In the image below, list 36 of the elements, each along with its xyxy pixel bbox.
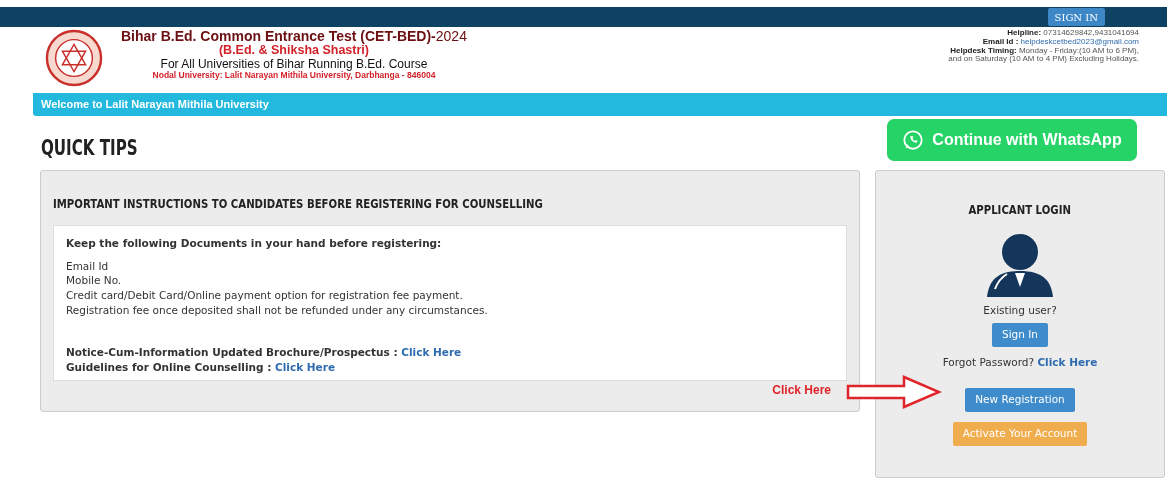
click-here-link[interactable]: Click Here — [275, 361, 336, 374]
document-item: Email Id — [66, 258, 110, 274]
document-item: Credit card/Debit Card/Online payment option for registration fee payment. — [66, 288, 464, 303]
contact-label: Email Id : — [982, 36, 1019, 46]
university-seal-icon — [45, 29, 103, 87]
activate-account-button[interactable]: Activate Your Account — [952, 422, 1088, 446]
contact-value: and on Saturday (10 AM to 4 PM) Excluding Holidays. — [948, 54, 1139, 64]
nodal-university: Nodal University: Lalit Narayan Mithila University, Darbhanga - 846004 — [151, 71, 437, 81]
click-here-link[interactable]: Click Here — [1037, 355, 1098, 368]
document-item: Mobile No. — [66, 273, 123, 289]
welcome-banner: Welcome to Lalit Narayan Mithila University — [33, 93, 1167, 116]
existing-user-text: Existing user? — [982, 303, 1058, 318]
contact-label: Helpdesk Timing: — [950, 45, 1017, 55]
page-title: QUICK TIPS — [41, 134, 138, 162]
chat-bubble-icon — [902, 128, 925, 151]
sign-in-button[interactable]: SIGN IN — [1047, 8, 1105, 26]
exam-subtitle: (B.Ed. & Shiksha Shastri) — [217, 44, 369, 59]
panel-heading: APPLICANT LOGIN — [968, 201, 1072, 219]
panel-heading: IMPORTANT INSTRUCTIONS TO CANDIDATES BEFORE REGISTERING FOR COUNSELLING — [53, 195, 543, 213]
contact-value: Monday - Friday:(10 AM to 6 PM), — [1018, 45, 1139, 55]
link-label: Guidelines for Online Counselling : — [66, 361, 273, 374]
tagline: For All Universities of Bihar Running B.Ed. Course — [160, 58, 429, 72]
whatsapp-button[interactable]: Continue with WhatsApp — [887, 118, 1137, 161]
exam-title: Bihar B.Ed. Common Entrance Test (CET-BED)-2024 — [121, 29, 467, 45]
user-silhouette-icon — [985, 233, 1055, 297]
contact-label: Helpline: — [1007, 28, 1042, 37]
instructions-intro: Keep the following Documents in your hand before registering: — [66, 236, 443, 251]
new-registration-button[interactable]: New Registration — [965, 388, 1075, 412]
click-here-link[interactable]: Click Here — [401, 346, 462, 359]
forgot-password-text: Forgot Password? — [942, 355, 1036, 368]
sign-in-button[interactable]: Sign In — [992, 322, 1048, 347]
annotation-text: Click Here — [772, 382, 831, 399]
email-link[interactable]: helpdeskcetbed2023@gmail.com — [1020, 36, 1139, 46]
document-item: Registration fee once deposited shall not be refunded under any circumstances. — [66, 302, 489, 318]
link-label: Notice-Cum-Information Updated Brochure/Prospectus : — [66, 346, 399, 359]
contact-value: 07314629842,9431041694 — [1043, 28, 1139, 37]
